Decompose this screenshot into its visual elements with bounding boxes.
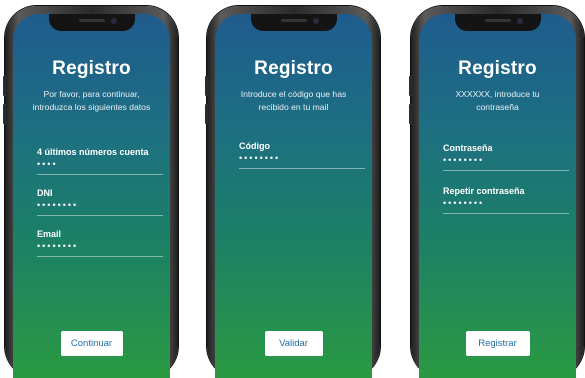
- volume-button: [409, 76, 412, 96]
- password-field[interactable]: Contraseña ••••••••: [443, 143, 569, 171]
- volume-button: [3, 76, 6, 96]
- dni-field[interactable]: DNI ••••••••: [37, 188, 163, 216]
- speaker-icon: [280, 19, 307, 22]
- screen-registro-codigo: Registro Introduce el código que has rec…: [215, 14, 372, 378]
- field-label: Email: [37, 229, 62, 239]
- volume-button: [3, 104, 6, 124]
- field-label: 4 últimos números cuenta: [37, 147, 149, 157]
- field-underline: [443, 213, 569, 214]
- page-title: Registro: [52, 58, 131, 79]
- screen-registro-datos: Registro Por favor, para continuar, intr…: [13, 14, 170, 378]
- subtitle-line: introduzca los siguientes datos: [32, 102, 151, 112]
- page-title: Registro: [254, 58, 333, 79]
- field-value[interactable]: ••••••••: [443, 155, 569, 167]
- phone-frame-2: Registro Introduce el código que has rec…: [205, 6, 380, 378]
- subtitle-line: recibido en tu mail: [258, 102, 329, 112]
- volume-button: [205, 104, 208, 124]
- notch: [250, 14, 337, 31]
- subtitle-line: Introduce el código que has: [240, 89, 347, 99]
- code-field[interactable]: Código ••••••••: [239, 141, 365, 169]
- page-subtitle: Introduce el código que has recibido en …: [221, 88, 366, 114]
- account-digits-field[interactable]: 4 últimos números cuenta ••••: [37, 147, 163, 175]
- volume-button: [205, 76, 208, 96]
- notch: [48, 14, 135, 31]
- field-value[interactable]: ••••••••: [37, 241, 163, 253]
- volume-button: [409, 104, 412, 124]
- field-value[interactable]: ••••: [37, 159, 163, 171]
- field-label: Repetir contraseña: [443, 186, 525, 196]
- screen-registro-contrasena: Registro XXXXXX, introduce tu contraseña…: [419, 14, 576, 378]
- field-underline: [37, 215, 163, 216]
- validate-button[interactable]: Validar: [264, 331, 323, 356]
- field-value[interactable]: ••••••••: [37, 200, 163, 212]
- field-underline: [239, 168, 365, 169]
- camera-icon: [516, 18, 523, 24]
- notch: [454, 14, 541, 31]
- phone-frame-1: Registro Por favor, para continuar, intr…: [3, 6, 178, 378]
- speaker-icon: [78, 19, 105, 22]
- page-subtitle: XXXXXX, introduce tu contraseña: [425, 88, 570, 114]
- email-field[interactable]: Email ••••••••: [37, 229, 163, 257]
- phone-frame-3: Registro XXXXXX, introduce tu contraseña…: [409, 6, 584, 378]
- subtitle-line: Por favor, para continuar,: [43, 89, 140, 99]
- page-title: Registro: [458, 58, 537, 79]
- field-label: DNI: [37, 188, 53, 198]
- field-value[interactable]: ••••••••: [443, 198, 569, 210]
- field-label: Código: [239, 141, 270, 151]
- subtitle-line: contraseña: [476, 102, 519, 112]
- field-underline: [37, 256, 163, 257]
- camera-icon: [312, 18, 319, 24]
- field-underline: [443, 170, 569, 171]
- field-label: Contraseña: [443, 143, 493, 153]
- field-value[interactable]: ••••••••: [239, 153, 365, 165]
- page-subtitle: Por favor, para continuar, introduzca lo…: [19, 88, 164, 114]
- field-underline: [37, 174, 163, 175]
- camera-icon: [110, 18, 117, 24]
- register-button[interactable]: Registrar: [465, 331, 530, 356]
- subtitle-line: XXXXXX, introduce tu: [455, 89, 540, 99]
- repeat-password-field[interactable]: Repetir contraseña ••••••••: [443, 186, 569, 214]
- speaker-icon: [484, 19, 511, 22]
- continue-button[interactable]: Continuar: [60, 331, 123, 356]
